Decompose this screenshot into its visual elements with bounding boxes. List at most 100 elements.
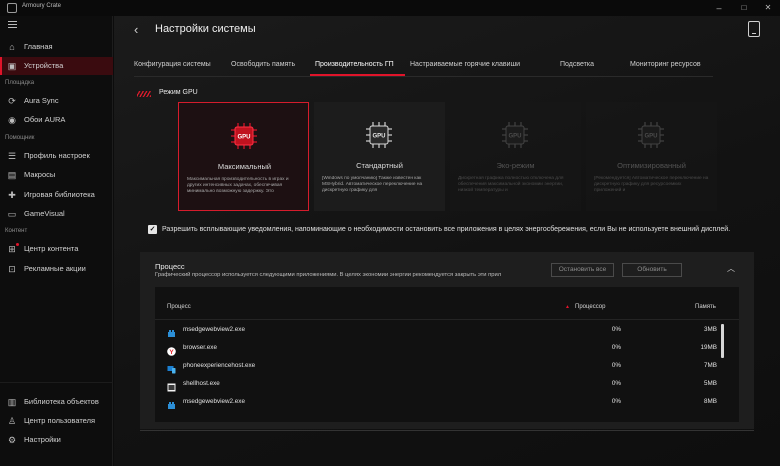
panel-bottom-divider: [140, 430, 754, 431]
tab-resource-monitor[interactable]: Мониторинг ресурсов: [630, 61, 701, 68]
process-name: phoneexperiencehost.exe: [183, 362, 256, 369]
sidebar-item-aura-wallpaper[interactable]: ◉ Обои AURA: [0, 111, 113, 129]
column-header-process[interactable]: Процесс: [167, 304, 191, 310]
sidebar-item-macros[interactable]: ▤ Макросы: [0, 166, 113, 184]
back-chevron-icon[interactable]: ‹: [134, 22, 138, 37]
table-row[interactable]: msedgewebview2.exe 0% 8MB: [155, 393, 730, 411]
gpu-mode-card-standard[interactable]: GPU Стандартный [Windows по умолчанию] Т…: [314, 102, 445, 211]
tab-bar: Конфигурация системы Освободить память П…: [114, 58, 780, 74]
process-cpu: 0%: [611, 326, 621, 333]
notify-option: ✓ Разрешить всплывающие уведомления, нап…: [148, 224, 778, 236]
tab-lighting[interactable]: Подсветка: [560, 61, 594, 68]
gpu-mode-card-eco: GPU Эко-режим Дискретная графика полност…: [450, 102, 581, 211]
sidebar-item-label: Главная: [24, 42, 53, 51]
aura-sync-icon: ⟳: [8, 96, 16, 106]
collapse-chevron-icon[interactable]: ︿: [727, 265, 737, 273]
column-header-memory[interactable]: Память: [695, 304, 716, 310]
card-description: [Рекомендуется] Автоматическое переключе…: [594, 176, 709, 193]
minimize-button[interactable]: –: [707, 1, 731, 15]
sidebar-item-devices[interactable]: ▣ Устройства: [0, 57, 113, 75]
sidebar-item-profile[interactable]: ☰ Профиль настроек: [0, 147, 113, 165]
process-memory: 5MB: [704, 380, 717, 387]
tabs-divider: [134, 76, 713, 77]
gpu-mode-card-max[interactable]: GPU Максимальный Максимальная производит…: [178, 102, 309, 211]
page-title: Настройки системы: [155, 23, 256, 35]
armoury-crate-window: Armoury Crate – □ ✕ ⌂ Главная ▣ Устройст…: [0, 0, 780, 466]
sidebar-item-label: Игровая библиотека: [24, 190, 95, 199]
table-row[interactable]: msedgewebview2.exe 0% 3MB: [155, 321, 730, 339]
card-name: Максимальный: [217, 162, 272, 171]
table-header-divider: [155, 319, 739, 320]
process-panel-subtitle: Графический процессор используется следу…: [155, 272, 502, 278]
close-button[interactable]: ✕: [756, 1, 780, 15]
svg-text:Y: Y: [169, 349, 174, 356]
sidebar-item-label: Рекламные акции: [24, 264, 86, 273]
section-content: Контент: [5, 228, 28, 234]
macros-icon: ▤: [7, 170, 17, 180]
sidebar-item-label: Aura Sync: [24, 96, 59, 105]
table-row[interactable]: Y browser.exe 0% 19MB: [155, 339, 730, 357]
sidebar-item-settings[interactable]: ⚙ Настройки: [0, 431, 113, 449]
card-description: Дискретная графика полностью отключена д…: [458, 176, 564, 193]
gpu-chip-icon: GPU: [500, 120, 530, 150]
stop-all-button[interactable]: Остановить все: [551, 263, 614, 277]
process-name: browser.exe: [183, 344, 217, 351]
process-name: shellhost.exe: [183, 380, 220, 387]
edge-webview-icon: [167, 325, 176, 337]
table-row[interactable]: shellhost.exe 0% 5MB: [155, 375, 730, 393]
tab-free-memory[interactable]: Освободить память: [231, 61, 295, 68]
section-help: Помощник: [5, 135, 35, 141]
hamburger-menu-icon[interactable]: [8, 21, 17, 29]
svg-text:GPU: GPU: [237, 135, 250, 141]
sidebar-item-label: Настройки: [24, 435, 61, 444]
sidebar-item-label: Профиль настроек: [24, 151, 90, 160]
shellhost-icon: [167, 379, 176, 392]
process-memory: 3MB: [704, 326, 717, 333]
object-library-icon: ▥: [7, 397, 17, 407]
sidebar-item-home[interactable]: ⌂ Главная: [0, 38, 113, 56]
profile-sliders-icon: ☰: [7, 151, 17, 161]
sidebar-item-game-library[interactable]: ✚ Игровая библиотека: [0, 186, 113, 204]
card-description: Максимальная производительность в играх …: [187, 177, 289, 194]
process-name: msedgewebview2.exe: [183, 398, 245, 405]
table-row[interactable]: phoneexperiencehost.exe 0% 7MB: [155, 357, 730, 375]
table-scrollbar[interactable]: [721, 324, 724, 358]
notify-label: Разрешить всплывающие уведомления, напом…: [162, 226, 731, 233]
gpu-chip-icon: GPU: [229, 121, 259, 151]
app-title: Armoury Crate: [22, 3, 62, 9]
process-name: msedgewebview2.exe: [183, 326, 245, 333]
column-header-cpu[interactable]: Процессор: [575, 304, 605, 310]
process-memory: 7MB: [704, 362, 717, 369]
sidebar-item-label: Обои AURA: [24, 115, 66, 124]
svg-text:GPU: GPU: [372, 134, 385, 140]
sidebar-item-aura-sync[interactable]: ⟳ Aura Sync: [0, 92, 113, 110]
card-name: Стандартный: [356, 161, 403, 170]
device-phone-icon[interactable]: [748, 21, 760, 37]
maximize-button[interactable]: □: [732, 1, 756, 15]
tab-hotkeys[interactable]: Настраиваемые горячие клавиши: [410, 61, 520, 68]
sidebar-item-label: Центр контента: [24, 244, 79, 253]
notification-dot: [16, 243, 19, 246]
sidebar-item-user-center[interactable]: ♙ Центр пользователя: [0, 412, 113, 430]
gamevisual-icon: ▭: [7, 209, 17, 219]
process-cpu: 0%: [611, 344, 621, 351]
sidebar-item-content-center[interactable]: ⊞ Центр контента: [0, 240, 113, 258]
process-memory: 19MB: [700, 344, 717, 351]
refresh-button[interactable]: Обновить: [622, 263, 682, 277]
sidebar-item-gamevisual[interactable]: ▭ GameVisual: [0, 205, 113, 223]
settings-gear-icon: ⚙: [7, 435, 17, 445]
sidebar-item-object-library[interactable]: ▥ Библиотека объектов: [0, 393, 113, 411]
notify-checkbox[interactable]: ✓: [148, 225, 157, 234]
gpu-chip-icon: GPU: [364, 120, 394, 150]
svg-text:GPU: GPU: [508, 134, 521, 140]
gpu-chip-icon: GPU: [636, 120, 666, 150]
user-center-icon: ♙: [7, 416, 17, 426]
sidebar-item-label: Макросы: [24, 170, 56, 179]
tab-system-config[interactable]: Конфигурация системы: [134, 61, 211, 68]
game-library-icon: ✚: [8, 190, 16, 200]
title-bar: Armoury Crate – □ ✕: [0, 0, 780, 16]
sidebar-item-promotions[interactable]: ⊡ Рекламные акции: [0, 260, 113, 278]
gpu-mode-card-optimized: GPU Оптимизированный [Рекомендуется] Авт…: [586, 102, 717, 211]
tab-gpu-performance[interactable]: Производительность ГП: [315, 61, 394, 68]
svg-text:GPU: GPU: [644, 134, 657, 140]
